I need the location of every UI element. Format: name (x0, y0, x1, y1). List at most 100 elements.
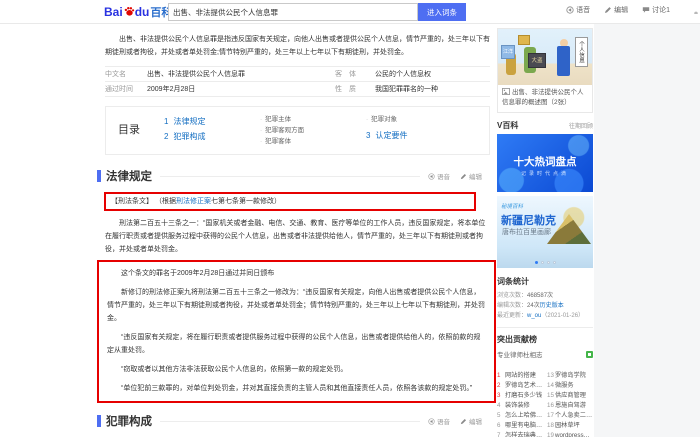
hot-entry[interactable]: 13 罗德岛学院 (547, 371, 593, 381)
hot-entry-link: 装饰装修 (505, 402, 530, 409)
toc-sublabel: 犯罪客观方面 (265, 127, 305, 134)
discuss-action[interactable]: 讨论1 (642, 5, 670, 15)
section-header-constitution: 犯罪构成 语音 编辑 (97, 413, 482, 429)
law-boxed-paragraph: “单位犯前三款罪的，对单位判处罚金，并对其直接负责的主管人员和其他直接责任人员，… (121, 385, 473, 392)
info-value: 出售、非法提供公民个人信息罪 (147, 71, 245, 78)
toc-item-law[interactable]: 1 法律规定 (164, 114, 260, 129)
section-voice-button[interactable]: 语音 (428, 171, 450, 181)
toc-label: 认定要件 (375, 131, 408, 140)
updater-link[interactable]: w_ou (527, 313, 541, 319)
hot-entry[interactable]: 15 供应商管理 (547, 391, 593, 401)
toc-column: 1 法律规定 2 犯罪构成 (164, 114, 260, 147)
toc-column: · 犯罪对象 3 认定要件 (366, 114, 489, 147)
law-boxed-paragraph: “窃取或者以其他方法非法获取公民个人信息的，依照第一款的规定处罚。 (121, 366, 348, 373)
hot-entries-list: 1 网站的搭建 2 罗德岛艺术学院 3 打磨石多少钱 4 装饰装修 5 怎么上哈佛大学 6… (497, 371, 593, 437)
history-versions-link[interactable]: 历史版本 (540, 303, 564, 309)
hot-entries-column: 13罗德岛学院 14微服务 15供应商管理 16恩施自驾游 17个人急卖二手车 … (547, 371, 593, 437)
toc-subitem[interactable]: · 犯罪客观方面 (260, 125, 366, 136)
contributor-link[interactable]: 专业律师杜相志 (497, 349, 543, 359)
edit-label: 编辑 (469, 174, 482, 181)
toc-item-constitution[interactable]: 2 犯罪构成 (164, 129, 260, 144)
banner-title: 新疆尼勒克 (501, 215, 556, 227)
toc-subitem[interactable]: · 犯罪对象 (366, 114, 489, 125)
law-boxed-paragraph: “违反国家有关规定，将在履行职责或者提供服务过程中获得的公民个人信息，出售或者提… (107, 334, 481, 354)
hot-entry[interactable]: 2 罗德岛艺术学院 (497, 381, 543, 391)
info-value: 公民的个人信息权 (375, 71, 431, 78)
cartoon-box (518, 35, 530, 45)
hot-entry-link: 恩施自驾游 (555, 402, 586, 409)
baidu-baike-logo[interactable]: Bai du 百科 (104, 4, 172, 20)
pencil-icon (460, 418, 467, 424)
section-title: 法律规定 (106, 171, 152, 183)
edits-label: 编辑次数： (497, 303, 528, 309)
carousel-dot[interactable] (552, 261, 556, 264)
rank: 16 (547, 402, 554, 409)
basic-info-row: 中文名 出售、非法提供公民个人信息罪 客 体 公民的个人信息权 (105, 67, 490, 82)
info-label: 性 质 (335, 86, 356, 93)
rank: 6 (497, 422, 501, 429)
toc-num: 2 (164, 132, 169, 141)
hot-entry[interactable]: 6 哪里有电脑学校 (497, 421, 543, 431)
cartoon-man (557, 46, 570, 76)
image-icon (502, 88, 510, 95)
hot-entry-link: 罗德岛艺术学院 (505, 382, 543, 389)
carousel-dot[interactable] (534, 261, 538, 264)
clause-label: 【刑法条文】 (111, 198, 153, 205)
carousel-dot[interactable] (540, 261, 544, 264)
more-icon[interactable] (692, 6, 700, 14)
hot-entry[interactable]: 5 怎么上哈佛大学 (497, 411, 543, 421)
xinjiang-banner[interactable]: 秘境百科 新疆尼勒克 唐布拉百里画廊 (497, 196, 593, 268)
toc-label: 法律规定 (173, 117, 206, 126)
carousel-dot[interactable] (546, 261, 550, 264)
section-edit-button[interactable]: 编辑 (460, 171, 482, 181)
hot-entry-link: 微服务 (555, 382, 574, 389)
hot-entry[interactable]: 3 打磨石多少钱 (497, 391, 543, 401)
search-input[interactable] (168, 3, 418, 21)
vbaike-history-link[interactable]: 往期回顾 (569, 121, 593, 130)
edit-action[interactable]: 编辑 (604, 5, 628, 15)
rank: 1 (497, 372, 501, 379)
sidebar: 江洋 大盗 个人信息 出售、非法提供公民个人信息罪的概述图（2张） V百科 往期… (497, 28, 593, 437)
rank: 3 (497, 392, 501, 399)
overview-caption[interactable]: 出售、非法提供公民个人信息罪的概述图（2张） (498, 85, 592, 112)
voice-action[interactable]: 语音 (566, 5, 590, 15)
hot-entry[interactable]: 16 恩施自驾游 (547, 401, 593, 411)
section-voice-button[interactable]: 语音 (428, 416, 450, 426)
toc-subitem[interactable]: · 犯罪主体 (260, 114, 366, 125)
section-edit-button[interactable]: 编辑 (460, 416, 482, 426)
toc-subitem[interactable]: · 犯罪客体 (260, 136, 366, 147)
section-divider (160, 175, 420, 177)
basic-info-table: 中文名 出售、非法提供公民个人信息罪 客 体 公民的个人信息权 通过时间 200… (105, 66, 490, 97)
hot-entry[interactable]: 4 装饰装修 (497, 401, 543, 411)
cartoon-box-jiangyang: 江洋 (501, 45, 515, 59)
hot-entry[interactable]: 19 wordpress建站 (547, 431, 593, 437)
hot-entry[interactable]: 18 园林草坪 (547, 421, 593, 431)
info-value: 我国犯罪罪名的一种 (375, 86, 438, 93)
info-label: 中文名 (105, 71, 126, 78)
vbaike-header: V百科 往期回顾 (497, 119, 593, 132)
hot-entry[interactable]: 7 怎样去瑞典留学 (497, 431, 543, 437)
amendment-link[interactable]: 刑法修正案 (176, 198, 211, 205)
toc-item-requirements[interactable]: 3 认定要件 (366, 128, 489, 143)
rank: 15 (547, 392, 554, 399)
edits-stat: 编辑次数：24次历史版本 (497, 301, 593, 311)
voice-action-label: 语音 (576, 7, 591, 14)
top-bar: Bai du 百科 进入词条 语音 (0, 0, 700, 24)
toc-sublabel: 犯罪客体 (265, 138, 292, 145)
hot-entry-link: 打磨石多少钱 (505, 392, 543, 399)
table-of-contents: 目录 1 法律规定 2 犯罪构成 · 犯罪主体 · 犯罪客观方面 · 犯罪客体 · 犯罪对象… (105, 106, 490, 155)
overview-image[interactable]: 江洋 大盗 个人信息 (498, 29, 592, 85)
voice-label: 语音 (437, 174, 450, 181)
baike-page: Bai du 百科 进入词条 语音 (0, 0, 700, 437)
enter-entry-button[interactable]: 进入词条 (418, 3, 466, 21)
hot-words-banner[interactable]: 十大热词盘点 记录时代点滴 (497, 134, 593, 192)
voice-label: 语音 (437, 419, 450, 426)
rank: 13 (547, 372, 554, 379)
hot-entry[interactable]: 17个人急卖二手车 (547, 411, 593, 421)
divider (497, 327, 593, 328)
vbaike-title: V百科 (497, 121, 519, 130)
overview-image-card: 江洋 大盗 个人信息 出售、非法提供公民个人信息罪的概述图（2张） (497, 28, 593, 113)
hot-entry[interactable]: 1 网站的搭建 (497, 371, 543, 381)
hot-entry[interactable]: 14 微服务 (547, 381, 593, 391)
contributor-badge-icon (586, 350, 593, 358)
